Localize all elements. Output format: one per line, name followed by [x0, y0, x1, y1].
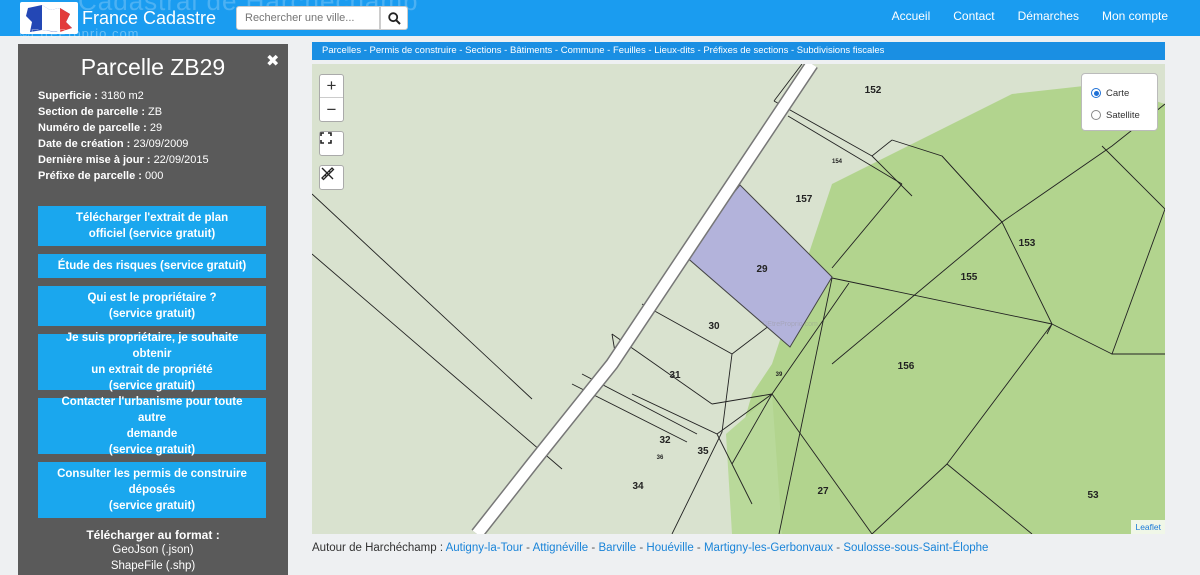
layer-batiments[interactable]: Bâtiments	[510, 45, 552, 56]
parcel-number: 152	[865, 85, 882, 96]
map-watermark: ©EtreProprio.com	[762, 320, 818, 328]
nearby-prefix: Autour de Harchéchamp :	[312, 542, 444, 554]
map-canvas[interactable]: 152 154 157 153 29 155 30 156 31 39 32 3…	[312, 64, 1165, 534]
layer-commune[interactable]: Commune	[561, 45, 605, 56]
layer-permis[interactable]: Permis de construire	[370, 45, 457, 56]
parcel-number: 156	[898, 361, 915, 372]
contact-urbanism-button[interactable]: Contacter l'urbanisme pour toute autre de…	[38, 396, 266, 456]
parcel-number: 31	[669, 370, 681, 381]
layer-bar: Parcelles - Permis de construire - Secti…	[312, 42, 1165, 60]
main-nav: Accueil Contact Démarches Mon compte	[892, 9, 1168, 23]
parcel-number: 157	[796, 194, 813, 205]
basemap-satellite[interactable]: Satellite	[1091, 104, 1157, 126]
parcel-properties: Superficie : 3180 m2 Section de parcelle…	[38, 88, 209, 184]
download-plan-button[interactable]: Télécharger l'extrait de plan officiel (s…	[38, 206, 266, 246]
zoom-control: + −	[319, 74, 344, 122]
prop-mise-a-jour: Dernière mise à jour : 22/09/2015	[38, 154, 209, 166]
nearby-towns: Autour de Harchéchamp : Autigny-la-Tour …	[312, 542, 989, 554]
nav-contact[interactable]: Contact	[953, 9, 994, 23]
fullscreen-control	[319, 131, 344, 156]
download-geojson-link[interactable]: GeoJson (.json)	[18, 544, 288, 556]
brand-watermark: ©EtreProprio.com	[20, 26, 140, 41]
parcel-number: 36	[657, 455, 664, 461]
prop-numero: Numéro de parcelle : 29	[38, 122, 163, 134]
measure-control	[319, 165, 344, 190]
fullscreen-button[interactable]	[320, 132, 343, 155]
parcel-number: 155	[961, 272, 978, 283]
parcel-number: 35	[697, 446, 709, 457]
basemap-carte-label: Carte	[1106, 87, 1130, 99]
basemap-satellite-label: Satellite	[1106, 109, 1140, 121]
download-shapefile-link[interactable]: ShapeFile (.shp)	[18, 560, 288, 572]
fullscreen-icon	[320, 132, 332, 144]
parcel-number: 53	[1087, 490, 1099, 501]
measure-button[interactable]	[320, 166, 343, 189]
cadastre-map[interactable]: 152 154 157 153 29 155 30 156 31 39 32 3…	[312, 64, 1165, 534]
town-link[interactable]: Martigny-les-Gerbonvaux	[704, 542, 833, 554]
top-navbar: Cadastral de Harchéchamp France Cadastre…	[0, 0, 1200, 41]
layer-prefixes[interactable]: Préfixes de sections	[703, 45, 788, 56]
prop-date-creation: Date de création : 23/09/2009	[38, 138, 189, 150]
nav-demarches[interactable]: Démarches	[1018, 9, 1079, 23]
owner-lookup-button[interactable]: Qui est le propriétaire ? (service gratui…	[38, 286, 266, 326]
download-format-title: Télécharger au format :	[86, 528, 220, 542]
parcel-number: 32	[659, 435, 671, 446]
leaflet-attribution[interactable]: Leaflet	[1131, 520, 1165, 534]
layer-feuilles[interactable]: Feuilles	[613, 45, 646, 56]
nav-accueil[interactable]: Accueil	[892, 9, 931, 23]
basemap-selector: Carte Satellite	[1081, 73, 1158, 131]
parcel-number: 30	[708, 321, 720, 332]
parcel-number: 39	[776, 372, 783, 378]
property-extract-button[interactable]: Je suis propriétaire, je souhaite obteni…	[38, 332, 266, 392]
search-input[interactable]	[236, 6, 380, 30]
parcel-number: 34	[632, 481, 644, 492]
close-icon[interactable]: ✖	[266, 51, 279, 71]
search-icon	[387, 11, 401, 25]
layer-parcelles[interactable]: Parcelles	[322, 45, 361, 56]
parcel-number: 154	[832, 159, 843, 165]
parcel-number: 29	[756, 264, 768, 275]
radio-carte[interactable]	[1091, 88, 1101, 98]
town-link[interactable]: Attignéville	[533, 542, 589, 554]
zoom-out-button[interactable]: −	[320, 98, 343, 121]
layer-lieux-dits[interactable]: Lieux-dits	[654, 45, 695, 56]
search-button[interactable]	[380, 6, 408, 30]
nav-mon-compte[interactable]: Mon compte	[1102, 9, 1168, 23]
prop-section: Section de parcelle : ZB	[38, 106, 163, 118]
town-link[interactable]: Houéville	[646, 542, 693, 554]
parcel-number: 27	[817, 486, 829, 497]
parcel-number: 153	[1019, 238, 1036, 249]
zoom-in-button[interactable]: +	[320, 75, 343, 98]
prop-superficie: Superficie : 3180 m2	[38, 90, 144, 102]
town-link[interactable]: Barville	[598, 542, 636, 554]
prop-prefixe: Préfixe de parcelle : 000	[38, 170, 164, 182]
basemap-carte[interactable]: Carte	[1091, 82, 1157, 104]
town-link[interactable]: Soulosse-sous-Saint-Élophe	[843, 542, 988, 554]
layer-subdivisions[interactable]: Subdivisions fiscales	[797, 45, 885, 56]
ruler-pencil-icon	[321, 167, 335, 181]
building-permits-button[interactable]: Consulter les permis de construire déposé…	[38, 462, 266, 518]
radio-satellite[interactable]	[1091, 110, 1101, 120]
town-link[interactable]: Autigny-la-Tour	[446, 542, 523, 554]
parcel-info-panel: Parcelle ZB29 ✖ Superficie : 3180 m2 Sec…	[18, 44, 288, 575]
parcel-title: Parcelle ZB29	[80, 54, 226, 80]
risk-study-button[interactable]: Étude des risques (service gratuit)	[38, 254, 266, 278]
layer-sections[interactable]: Sections	[465, 45, 501, 56]
